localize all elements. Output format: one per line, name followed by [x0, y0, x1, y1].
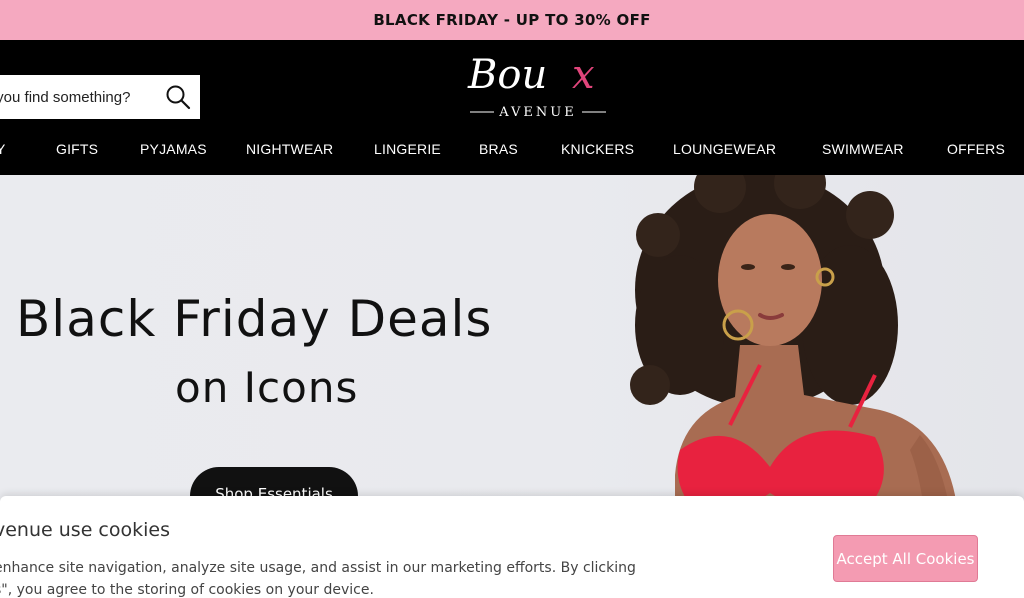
cookie-text-line: enhance site navigation, analyze site us…	[0, 560, 636, 576]
hero-title: Black Friday Deals	[16, 290, 493, 348]
svg-text:x: x	[572, 52, 595, 98]
svg-text:AVENUE: AVENUE	[498, 105, 576, 120]
hero-subtitle: on Icons	[175, 363, 359, 412]
nav-item-knickers[interactable]: KNICKERS	[561, 141, 634, 157]
cookie-consent-banner: venue use cookies enhance site navigatio…	[0, 496, 1024, 598]
nav-item-pyjamas[interactable]: PYJAMAS	[140, 141, 207, 157]
nav-item-partial[interactable]: Y	[0, 141, 6, 157]
nav-item-loungewear[interactable]: LOUNGEWEAR	[673, 141, 776, 157]
page: BLACK FRIDAY - UP TO 30% OFF Bou x AVENU…	[0, 0, 1024, 598]
promo-text: BLACK FRIDAY - UP TO 30% OFF	[373, 11, 651, 29]
main-nav: Y GIFTS PYJAMAS NIGHTWEAR LINGERIE BRAS …	[0, 141, 1024, 165]
svg-text:Bou: Bou	[467, 52, 547, 98]
site-header: Bou x AVENUE Y GIFTS PYJAMAS NIGHTWEAR L…	[0, 40, 1024, 175]
nav-item-gifts[interactable]: GIFTS	[56, 141, 98, 157]
search-box	[0, 75, 200, 119]
nav-item-swimwear[interactable]: SWIMWEAR	[822, 141, 904, 157]
promo-banner[interactable]: BLACK FRIDAY - UP TO 30% OFF	[0, 0, 1024, 40]
nav-item-offers[interactable]: OFFERS	[947, 141, 1005, 157]
cookie-title: venue use cookies	[0, 519, 170, 541]
cookie-text-line: s", you agree to the storing of cookies …	[0, 582, 374, 598]
search-icon[interactable]	[156, 75, 200, 119]
brand-logo[interactable]: Bou x AVENUE	[462, 46, 614, 126]
nav-item-bras[interactable]: BRAS	[479, 141, 518, 157]
search-input[interactable]	[0, 75, 156, 119]
nav-item-nightwear[interactable]: NIGHTWEAR	[246, 141, 333, 157]
accept-all-cookies-button[interactable]: Accept All Cookies	[833, 535, 978, 582]
cookie-description: enhance site navigation, analyze site us…	[0, 557, 636, 598]
nav-item-lingerie[interactable]: LINGERIE	[374, 141, 441, 157]
